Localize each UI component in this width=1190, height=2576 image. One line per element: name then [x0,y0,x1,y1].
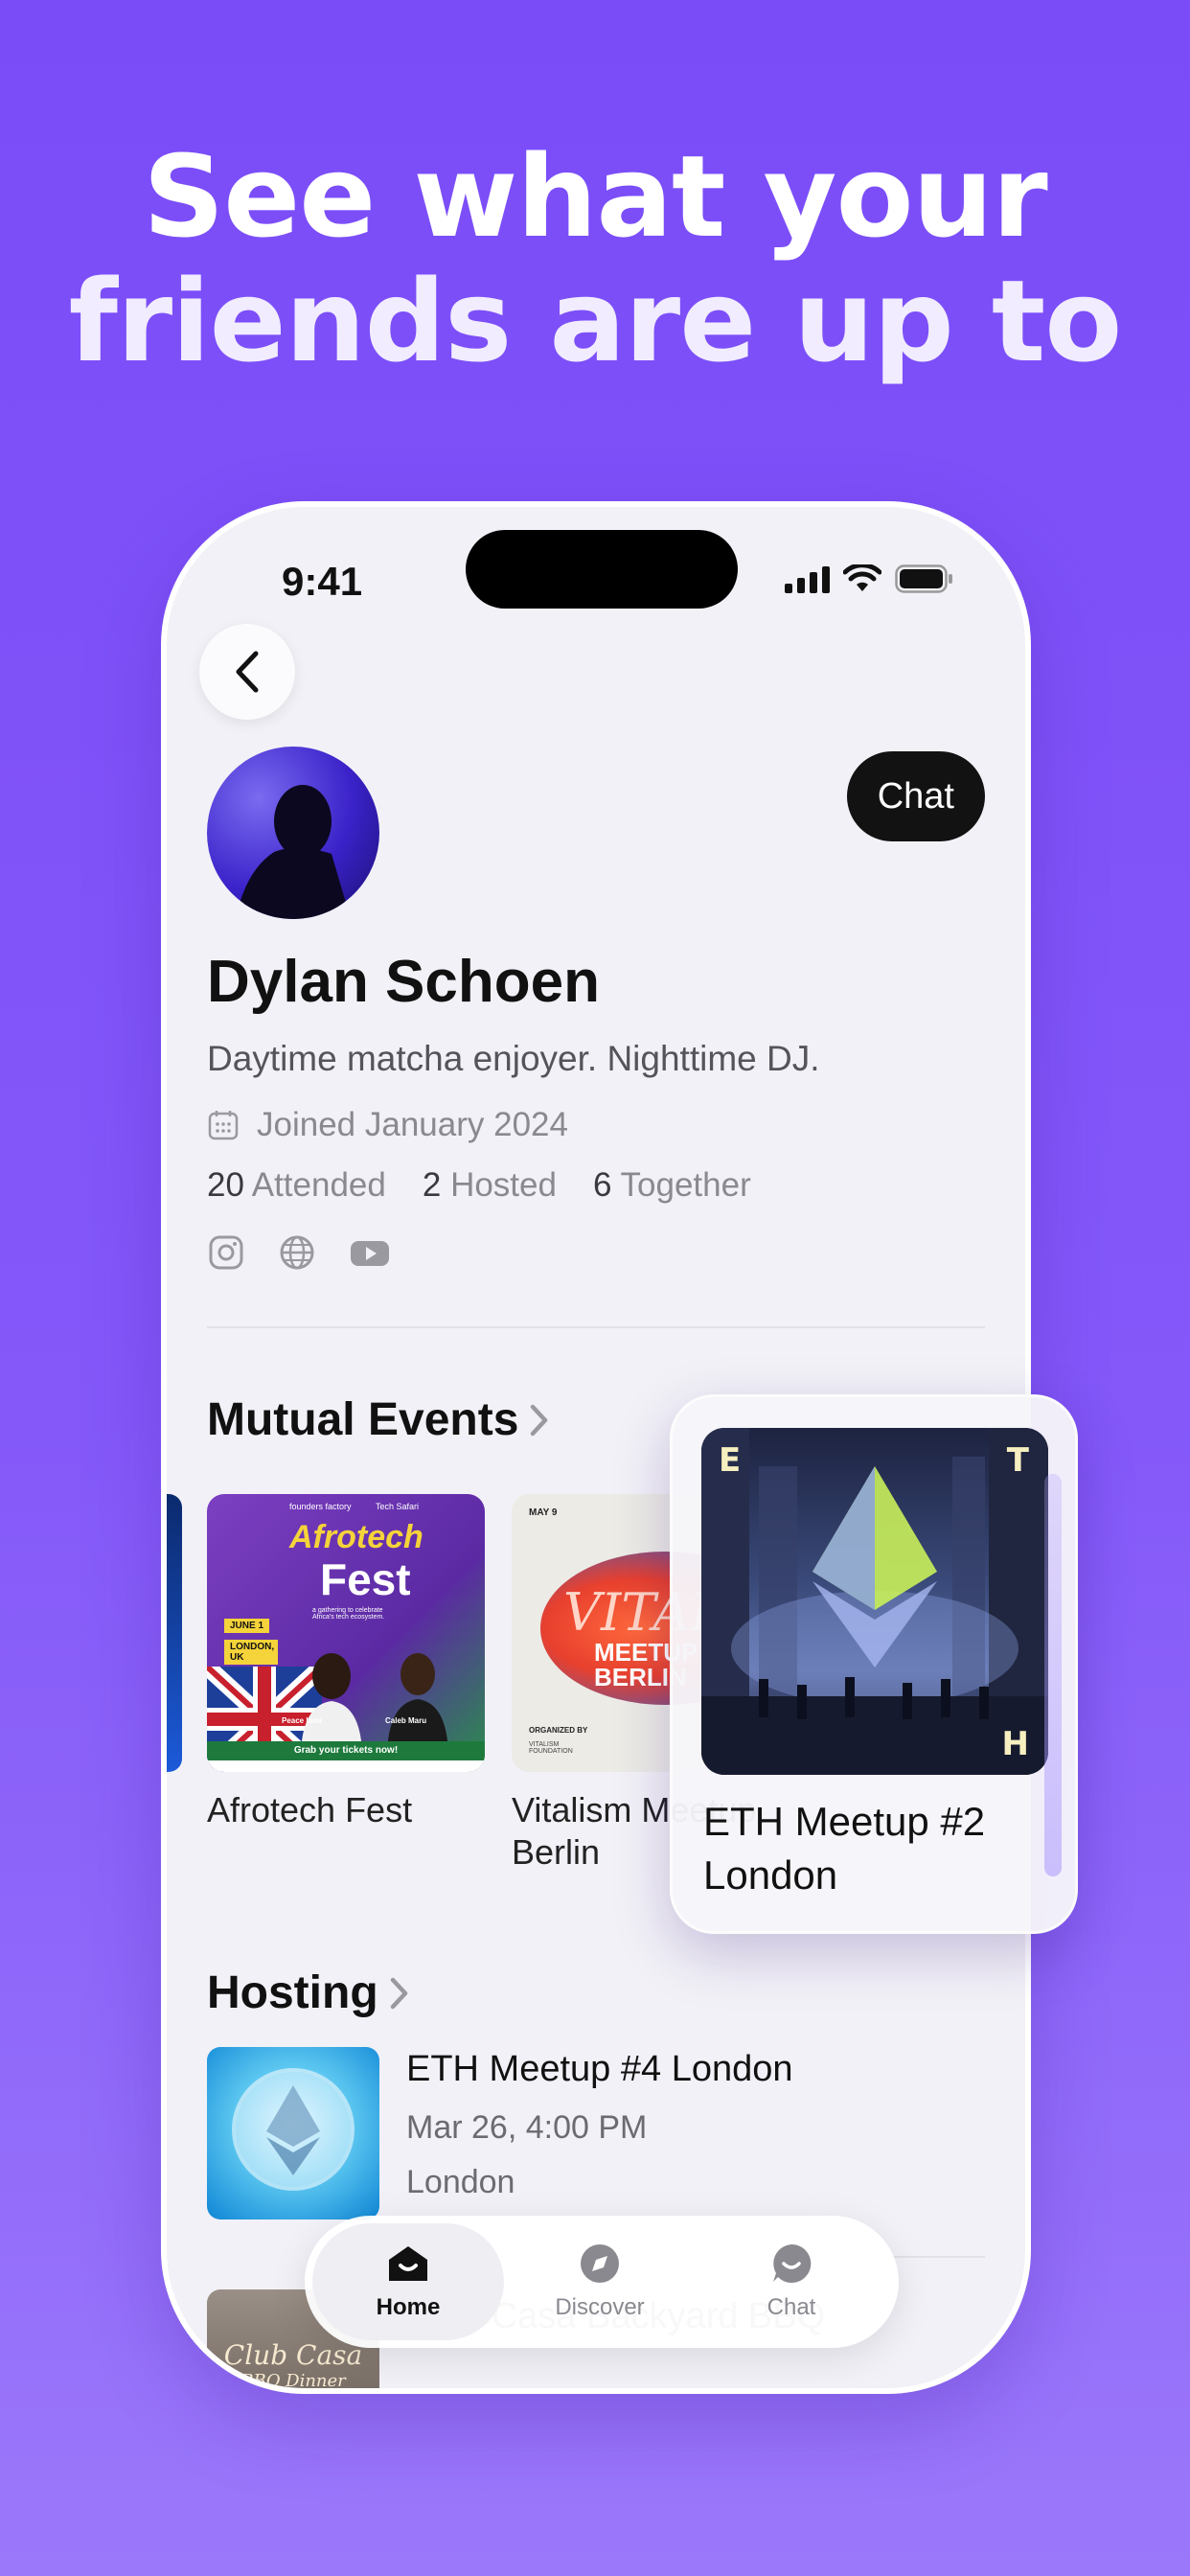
tab-label: Discover [555,2294,645,2320]
afrotech-title-2: Fest [320,1554,411,1604]
stat-count: 2 [422,1166,442,1204]
stat-label: Hosted [450,1166,557,1204]
ethereum-icon [232,2068,355,2191]
event-label: Afrotech Fest [207,1790,413,1829]
letter-e: E [719,1441,742,1480]
wifi-icon [843,564,881,593]
featured-event-title: ETH Meetup #2 London [703,1795,1029,1902]
eth-coin-thumbnail [207,2047,379,2220]
tab-bar: Home Discover Chat [305,2216,899,2348]
stat-attended[interactable]: 20 Attended [207,1166,386,1205]
chevron-right-icon [531,1404,548,1436]
vitalism-date: MAY 9 [529,1507,558,1518]
home-icon [389,2246,427,2281]
eth-crystal-illustration [701,1428,1048,1775]
tab-discover[interactable]: Discover [504,2223,696,2340]
afrotech-brand-left: founders factory [289,1502,352,1511]
instagram-icon[interactable] [207,1233,245,1272]
afrotech-brand-right: Tech Safari [376,1502,420,1511]
vitalism-org-name: VITALISM FOUNDATION [529,1741,573,1755]
profile-bio: Daytime matcha enjoyer. Nighttime DJ. [207,1039,820,1078]
tab-home[interactable]: Home [312,2223,504,2340]
speakers-photo [301,1653,448,1753]
stat-label: Together [620,1166,751,1204]
hosting-item-date: Mar 26, 4:00 PM [406,2109,648,2146]
event-card-partial[interactable] [167,1494,182,1772]
tab-chat[interactable]: Chat [696,2223,887,2340]
afrotech-tagline: a gathering to celebrate Africa's tech e… [312,1607,385,1621]
headline: See what your friends are up to [0,134,1190,383]
dynamic-island [466,530,738,609]
stat-hosted[interactable]: 2 Hosted [423,1166,557,1205]
card-edge-glow [1044,1474,1062,1876]
chevron-left-icon [236,651,259,693]
profile-name: Dylan Schoen [207,949,600,1015]
globe-icon[interactable] [278,1233,316,1272]
letter-h: H [1001,1725,1029,1763]
avatar [207,747,379,919]
chat-button[interactable]: Chat [846,751,985,841]
afrotech-place: LONDON, UK [224,1640,278,1665]
chevron-right-icon [390,1977,407,2009]
hosting-item-info: ETH Meetup #4 London Mar 26, 4:00 PM Lon… [406,2047,793,2220]
tab-label: Home [376,2294,441,2320]
headline-line-2: friends are up to [68,255,1123,387]
joined-text: Joined January 2024 [257,1106,568,1143]
social-links [207,1233,391,1272]
compass-icon [581,2244,619,2283]
stat-together[interactable]: 6 Together [593,1166,751,1205]
afrotech-cta: Grab your tickets now! [207,1741,485,1760]
signal-icon [785,564,830,593]
stat-count: 6 [592,1166,612,1204]
youtube-icon[interactable] [349,1233,391,1272]
afrotech-date: JUNE 1 [224,1619,270,1633]
eth-meetup-image: E T H [701,1428,1048,1775]
status-icons [785,564,954,593]
letter-t: T [1006,1441,1029,1480]
featured-event-card[interactable]: E T H ETH Meetup #2 London [670,1394,1078,1934]
headline-line-1: See what your [143,130,1047,263]
tab-label: Chat [767,2294,816,2320]
afrotech-person-1: Peace Itimi [282,1716,322,1725]
chat-bubble-icon [773,2243,812,2283]
mutual-events-title: Mutual Events [207,1394,519,1445]
back-button[interactable] [199,624,295,720]
afrotech-person-2: Caleb Maru [385,1716,427,1725]
featured-event-title-text: ETH Meetup #2 London [703,1799,986,1898]
divider [207,1326,985,1328]
mutual-events-header[interactable]: Mutual Events [207,1393,551,1446]
hosting-item-location: London [406,2164,515,2200]
battery-icon [895,564,954,593]
vitalism-org-label: ORGANIZED BY [529,1726,588,1735]
afrotech-poster: founders factory Tech Safari Afrotech Fe… [207,1494,485,1772]
stat-count: 20 [207,1166,244,1204]
hosting-item[interactable]: ETH Meetup #4 London Mar 26, 4:00 PM Lon… [207,2047,793,2220]
hosting-title: Hosting [207,1967,378,2018]
club-casa-thumb-subtext: BBQ Dinner [240,2371,346,2391]
stat-label: Attended [251,1166,386,1204]
joined-date: Joined January 2024 [207,1106,568,1144]
event-card-afrotech[interactable]: founders factory Tech Safari Afrotech Fe… [207,1494,485,1831]
calendar-icon [208,1111,239,1140]
status-time: 9:41 [282,559,363,604]
hosting-item-title: ETH Meetup #4 London [406,2049,793,2089]
afrotech-title: Afrotech [289,1519,423,1555]
hosting-header[interactable]: Hosting [207,1966,411,2019]
profile-stats: 20 Attended 2 Hosted 6 Together [207,1166,751,1205]
